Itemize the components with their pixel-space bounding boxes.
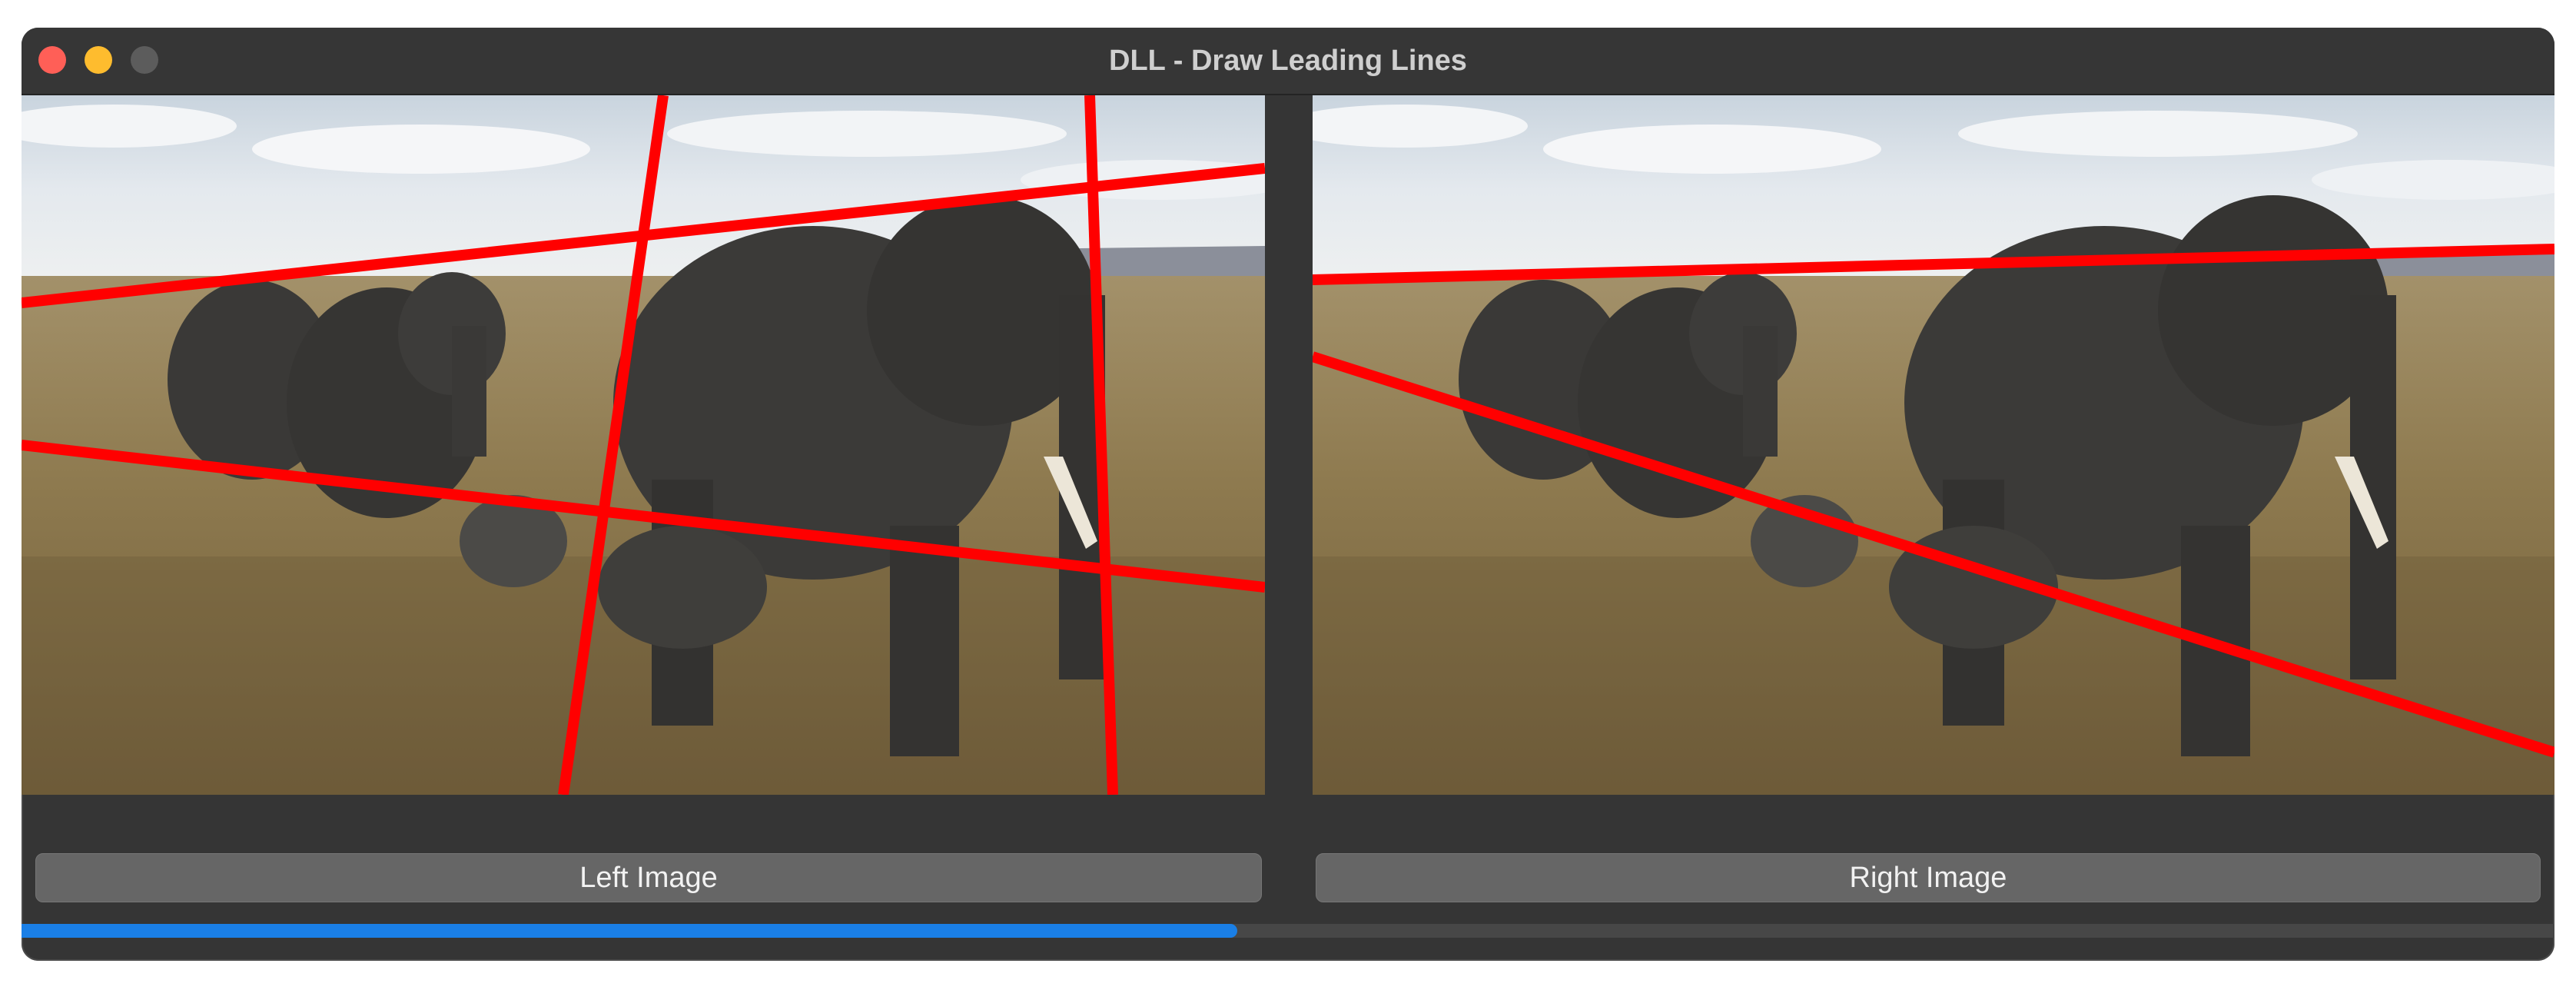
window-title: DLL - Draw Leading Lines <box>1109 45 1467 77</box>
left-image <box>22 95 1265 795</box>
right-image-button-label: Right Image <box>1849 861 2007 894</box>
left-image-panel <box>22 95 1265 795</box>
progress-bar <box>22 924 2554 938</box>
progress-bar-fill <box>22 924 1238 938</box>
left-image-button-label: Left Image <box>579 861 718 894</box>
panel-divider <box>1265 95 1313 795</box>
right-image-panel <box>1313 95 2554 795</box>
right-image-button[interactable]: Right Image <box>1316 853 2541 902</box>
title-bar: DLL - Draw Leading Lines <box>22 28 2554 95</box>
right-image <box>1313 95 2554 795</box>
app-window: DLL - Draw Leading Lines Left Image Righ… <box>22 28 2554 961</box>
left-image-button[interactable]: Left Image <box>35 853 1262 902</box>
